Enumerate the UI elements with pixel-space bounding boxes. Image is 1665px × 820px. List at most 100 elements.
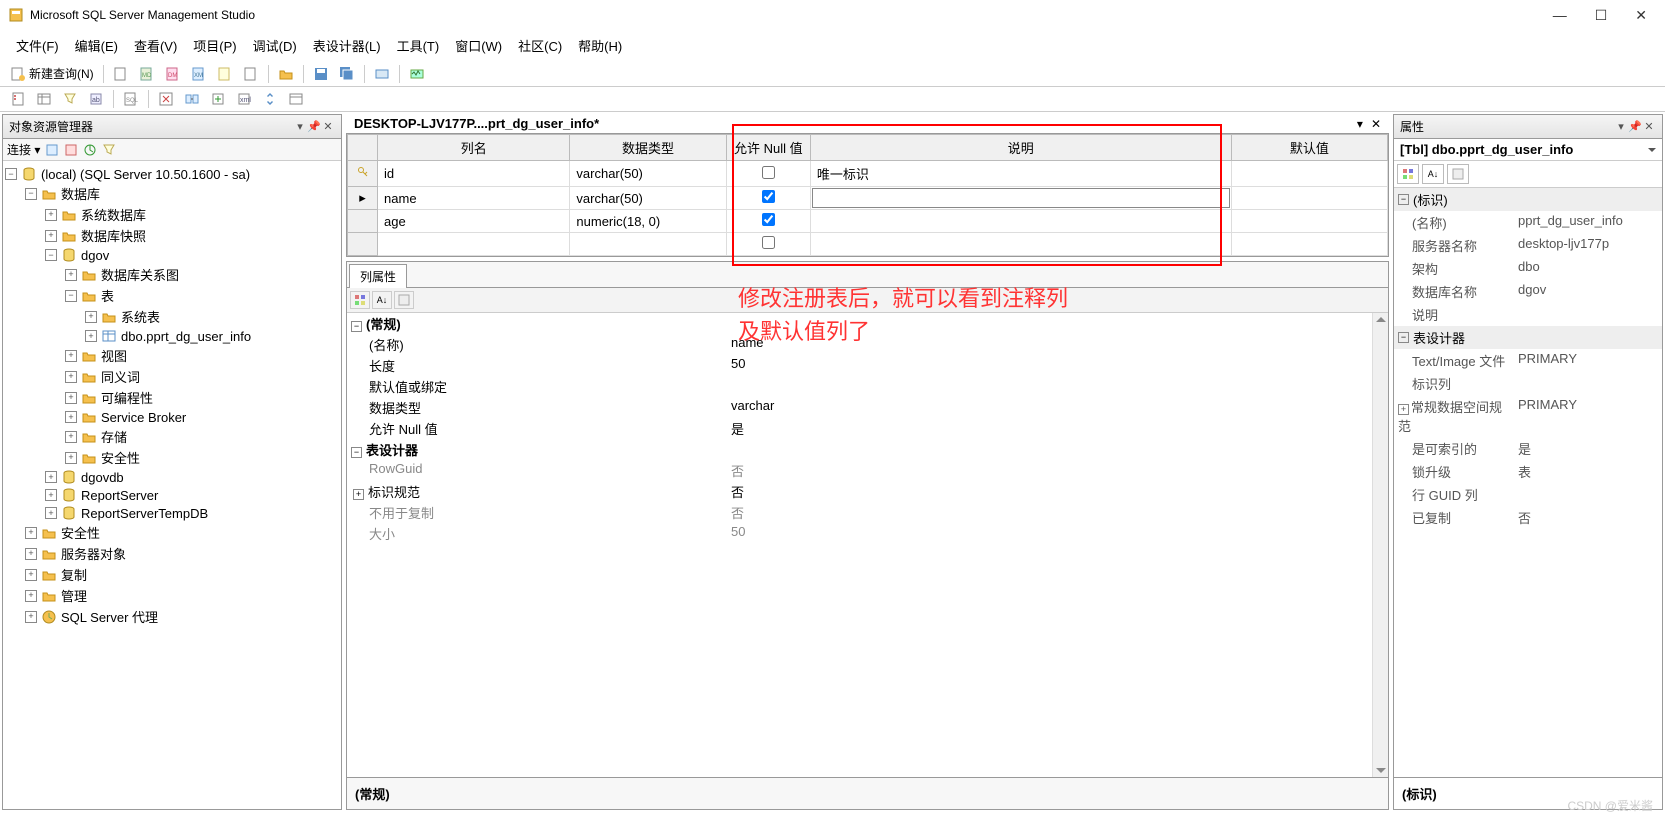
oe-tb-3[interactable]	[82, 142, 98, 158]
minimize-button[interactable]: —	[1553, 7, 1567, 24]
connect-button[interactable]: 连接 ▾	[7, 141, 40, 158]
tb2-icon-9[interactable]: xml	[232, 89, 256, 109]
tab-close-icon[interactable]: ✕	[1367, 117, 1385, 131]
tree-report-server-temp[interactable]: +ReportServerTempDB	[5, 504, 339, 522]
tree-sql-agent[interactable]: +SQL Server 代理	[5, 606, 339, 627]
categorized-icon[interactable]	[1397, 164, 1419, 184]
column-properties-tab[interactable]: 列属性	[349, 264, 407, 288]
tab-dropdown-icon[interactable]: ▾	[1353, 117, 1367, 131]
tree-root[interactable]: −(local) (SQL Server 10.50.1600 - sa)	[5, 165, 339, 183]
save-all-button[interactable]	[335, 64, 359, 84]
menu-help[interactable]: 帮助(H)	[572, 34, 628, 57]
designer-tab-title[interactable]: DESKTOP-LJV177P....prt_dg_user_info*	[350, 114, 603, 133]
desc-input[interactable]	[812, 188, 1230, 208]
tree-security-node[interactable]: +安全性	[5, 447, 339, 468]
properties-object-label[interactable]: [Tbl] dbo.pprt_dg_user_info	[1400, 142, 1646, 157]
menu-community[interactable]: 社区(C)	[512, 34, 568, 57]
tree-system-tables[interactable]: +系统表	[5, 306, 339, 327]
pin-icon[interactable]: 📌	[1628, 120, 1642, 133]
tree-dgovdb[interactable]: +dgovdb	[5, 468, 339, 486]
tb2-icon-7[interactable]	[180, 89, 204, 109]
dropdown-icon[interactable]: ▾	[1614, 120, 1628, 133]
property-pages-icon[interactable]	[394, 291, 414, 309]
tb-icon-ext[interactable]	[370, 64, 394, 84]
tb2-icon-3[interactable]	[58, 89, 82, 109]
pin-icon[interactable]: 📌	[307, 120, 321, 133]
tree-synonyms[interactable]: +同义词	[5, 366, 339, 387]
oe-tb-4[interactable]	[101, 142, 117, 158]
tree-service-broker[interactable]: +Service Broker	[5, 408, 339, 426]
tb-icon-2[interactable]: MD	[135, 64, 159, 84]
object-explorer-tree[interactable]: −(local) (SQL Server 10.50.1600 - sa) −数…	[3, 161, 341, 809]
oe-tb-2[interactable]	[63, 142, 79, 158]
allow-null-checkbox[interactable]	[762, 236, 775, 249]
designer-grid[interactable]: 列名 数据类型 允许 Null 值 说明 默认值 id varchar(50) …	[347, 134, 1388, 256]
menu-table-designer[interactable]: 表设计器(L)	[307, 34, 387, 57]
menu-window[interactable]: 窗口(W)	[449, 34, 508, 57]
table-row-empty[interactable]	[348, 233, 1388, 256]
tb2-icon-1[interactable]	[6, 89, 30, 109]
tb-icon-4[interactable]: XM	[187, 64, 211, 84]
alphabetical-icon[interactable]: A↓	[1422, 164, 1444, 184]
tree-db-diagrams[interactable]: +数据库关系图	[5, 264, 339, 285]
close-button[interactable]: ✕	[1635, 7, 1647, 24]
categorized-icon[interactable]	[350, 291, 370, 309]
tb2-icon-10[interactable]	[258, 89, 282, 109]
close-panel-icon[interactable]: ✕	[1642, 120, 1656, 133]
oe-tb-1[interactable]	[44, 142, 60, 158]
tree-databases[interactable]: −数据库	[5, 183, 339, 204]
tb-icon-5[interactable]	[213, 64, 237, 84]
chevron-down-icon[interactable]	[1648, 148, 1656, 152]
close-panel-icon[interactable]: ✕	[321, 120, 335, 133]
open-button[interactable]	[274, 64, 298, 84]
allow-null-checkbox[interactable]	[762, 213, 775, 226]
menu-edit[interactable]: 编辑(E)	[69, 34, 124, 57]
column-properties-grid[interactable]: −(常规) (名称)name 长度50 默认值或绑定 数据类型varchar 允…	[347, 313, 1388, 777]
maximize-button[interactable]: ☐	[1595, 7, 1608, 24]
menu-debug[interactable]: 调试(D)	[247, 34, 303, 57]
tb-icon-6[interactable]	[239, 64, 263, 84]
header-default: 默认值	[1231, 135, 1387, 161]
alphabetical-icon[interactable]: A↓	[372, 291, 392, 309]
tb2-icon-6[interactable]	[154, 89, 178, 109]
table-row[interactable]: ▸ name varchar(50)	[348, 187, 1388, 210]
tree-replication[interactable]: +复制	[5, 564, 339, 585]
tree-dgov[interactable]: −dgov	[5, 246, 339, 264]
allow-null-checkbox[interactable]	[762, 190, 775, 203]
tree-management[interactable]: +管理	[5, 585, 339, 606]
tb2-icon-8[interactable]	[206, 89, 230, 109]
tree-db-snapshot[interactable]: +数据库快照	[5, 225, 339, 246]
tb2-icon-5[interactable]: SQL	[119, 89, 143, 109]
tree-server-objects[interactable]: +服务器对象	[5, 543, 339, 564]
save-button[interactable]	[309, 64, 333, 84]
table-row[interactable]: id varchar(50) 唯一标识	[348, 161, 1388, 187]
tree-report-server[interactable]: +ReportServer	[5, 486, 339, 504]
folder-icon	[41, 588, 57, 604]
menu-file[interactable]: 文件(F)	[10, 34, 65, 57]
allow-null-checkbox[interactable]	[762, 166, 775, 179]
scrollbar[interactable]	[1372, 313, 1388, 777]
table-row[interactable]: age numeric(18, 0)	[348, 210, 1388, 233]
tree-user-info-table[interactable]: +dbo.pprt_dg_user_info	[5, 327, 339, 345]
dropdown-icon[interactable]: ▾	[293, 120, 307, 133]
tb2-icon-4[interactable]: ab	[84, 89, 108, 109]
menu-view[interactable]: 查看(V)	[128, 34, 183, 57]
tree-tables[interactable]: −表	[5, 285, 339, 306]
new-query-button[interactable]: 新建查询(N)	[6, 63, 98, 84]
tree-programmability[interactable]: +可编程性	[5, 387, 339, 408]
server-icon	[21, 166, 37, 182]
tree-storage[interactable]: +存储	[5, 426, 339, 447]
folder-icon	[41, 186, 57, 202]
property-pages-icon[interactable]	[1447, 164, 1469, 184]
tree-system-databases[interactable]: +系统数据库	[5, 204, 339, 225]
tb2-icon-11[interactable]	[284, 89, 308, 109]
tree-views[interactable]: +视图	[5, 345, 339, 366]
tb-icon-1[interactable]	[109, 64, 133, 84]
activity-monitor-button[interactable]	[405, 64, 429, 84]
menu-project[interactable]: 项目(P)	[187, 34, 242, 57]
tb-icon-3[interactable]: DM	[161, 64, 185, 84]
tree-security[interactable]: +安全性	[5, 522, 339, 543]
properties-list[interactable]: −(标识) (名称)pprt_dg_user_info 服务器名称desktop…	[1394, 188, 1662, 777]
menu-tools[interactable]: 工具(T)	[391, 34, 446, 57]
tb2-icon-2[interactable]	[32, 89, 56, 109]
